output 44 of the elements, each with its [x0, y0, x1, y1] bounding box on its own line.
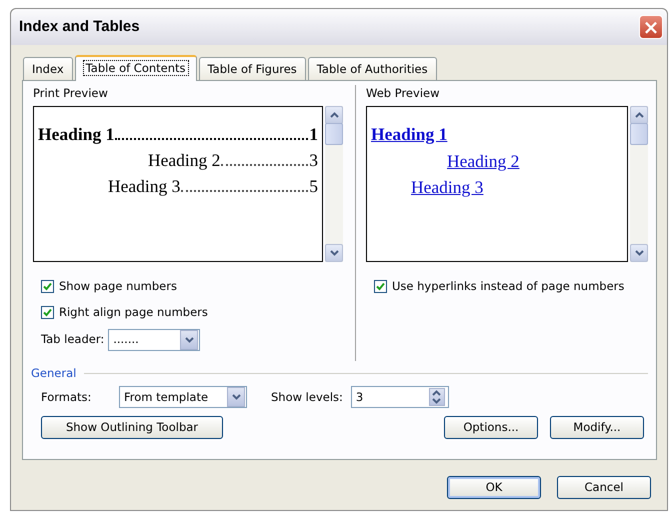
group-label: General: [31, 365, 76, 382]
window-title: Index and Tables: [19, 16, 140, 37]
checkbox-label[interactable]: Right align page numbers: [59, 304, 208, 321]
scroll-thumb[interactable]: [325, 123, 343, 146]
checkbox[interactable]: [374, 280, 387, 294]
outlining-toolbar-button[interactable]: Show Outlining Toolbar: [41, 416, 223, 440]
page-number: 1: [309, 123, 318, 146]
scroll-down-icon[interactable]: [630, 244, 648, 262]
scrollbar[interactable]: [630, 106, 648, 262]
ok-button[interactable]: OK: [447, 476, 541, 499]
checkbox-label[interactable]: Show page numbers: [59, 278, 177, 296]
tab[interactable]: Table of Authorities: [308, 57, 437, 80]
close-button[interactable]: ×: [639, 15, 663, 39]
formats-dropdown[interactable]: From template: [119, 386, 247, 408]
scroll-up-icon[interactable]: [325, 106, 343, 124]
tab[interactable]: Table of Figures: [198, 57, 306, 80]
options-button[interactable]: Options...: [444, 416, 538, 440]
toc-link[interactable]: Heading 2: [447, 148, 520, 174]
checkbox[interactable]: [41, 306, 54, 319]
cancel-button[interactable]: Cancel: [557, 476, 651, 499]
field-label: Formats:: [41, 388, 92, 406]
toc-heading: Heading 1: [38, 123, 114, 146]
toc-heading: Heading 3: [108, 175, 180, 198]
toc-link[interactable]: Heading 1: [371, 121, 448, 148]
scroll-thumb[interactable]: [630, 123, 648, 146]
spinner-icon[interactable]: [428, 388, 445, 406]
tab-leader-dropdown[interactable]: .......: [108, 328, 200, 351]
scroll-down-icon[interactable]: [325, 244, 343, 262]
preview-label: Web Preview: [366, 85, 440, 102]
toc-heading: Heading 2: [148, 149, 220, 172]
preview-label: Print Preview: [33, 85, 109, 102]
tab[interactable]: Table of Contents: [74, 55, 197, 81]
toc-link[interactable]: Heading 3: [411, 174, 484, 200]
field-label: Tab leader:: [41, 331, 104, 348]
modify-button[interactable]: Modify...: [550, 416, 644, 440]
scroll-up-icon[interactable]: [630, 106, 648, 124]
checkbox-label[interactable]: Use hyperlinks instead of page numbers: [392, 278, 624, 296]
tab[interactable]: Index: [23, 57, 73, 80]
levels-spin-field[interactable]: 3: [350, 386, 449, 408]
page-number: 3: [309, 149, 318, 172]
field-label: Show levels:: [271, 388, 343, 406]
page-number: 5: [309, 175, 318, 198]
checkbox[interactable]: [41, 280, 54, 294]
scrollbar[interactable]: [325, 106, 343, 262]
